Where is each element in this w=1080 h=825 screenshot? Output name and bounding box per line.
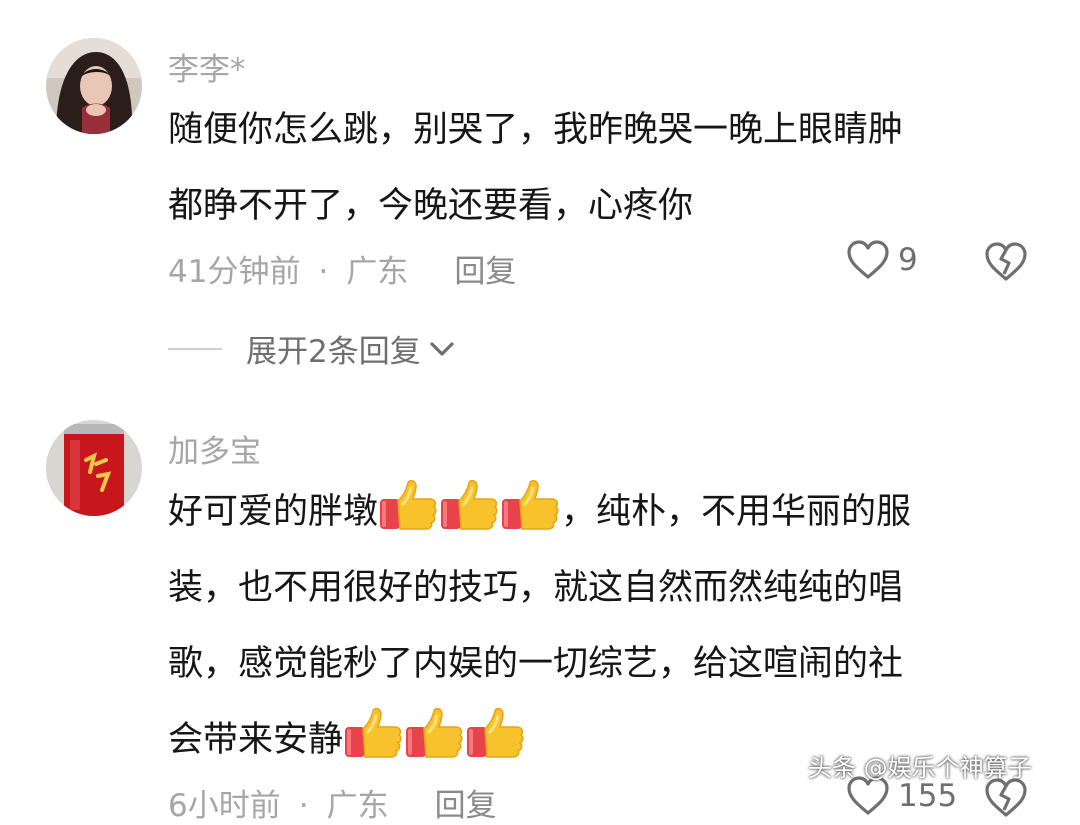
thumbs-up-emoji xyxy=(404,707,464,759)
divider xyxy=(168,347,222,350)
reply-button[interactable]: 回复 xyxy=(454,246,516,291)
thumbs-up-emoji xyxy=(500,479,560,531)
like-count: 9 xyxy=(898,242,918,278)
location: 广东 xyxy=(346,254,409,290)
username[interactable]: 加多宝 xyxy=(168,426,261,471)
comment-line: 歌，感觉能秒了内娱的一切综艺，给这喧闹的社 xyxy=(168,644,904,684)
dislike-button[interactable] xyxy=(984,778,1028,822)
username[interactable]: 李李* xyxy=(168,44,246,89)
broken-heart-icon xyxy=(985,778,1027,817)
avatar[interactable] xyxy=(46,420,142,516)
timestamp: 6小时前 xyxy=(168,788,281,824)
watermark: 头条 @娱乐个神算子 xyxy=(808,754,1032,782)
thumbs-up-emoji xyxy=(465,707,525,759)
comment-body: 随便你怎么跳，别哭了，我昨晚哭一晚上眼睛肿 都睁不开了，今晚还要看，心疼你 xyxy=(168,92,1028,244)
dislike-button[interactable] xyxy=(984,242,1028,286)
separator: · xyxy=(318,254,329,290)
thumbs-up-emoji xyxy=(343,707,403,759)
comment-text: 好可爱的胖墩 xyxy=(168,492,379,532)
heart-outline-icon xyxy=(847,240,889,279)
location: 广东 xyxy=(326,788,389,824)
expand-replies-button[interactable]: 展开2条回复 xyxy=(168,326,457,371)
comment-text: 会带来安静 xyxy=(168,720,344,760)
expand-replies-label: 展开2条回复 xyxy=(246,334,421,370)
comment-meta: 41分钟前 · 广东 回复 xyxy=(168,246,516,291)
comment-line: 好可爱的胖墩 ，纯朴，不用华丽的服 xyxy=(168,474,1028,550)
thumbs-up-emoji xyxy=(439,479,499,531)
comment-line: 随便你怎么跳，别哭了，我昨晚哭一晚上眼睛肿 xyxy=(168,110,904,150)
like-button[interactable]: 9 xyxy=(846,240,918,280)
broken-heart-icon xyxy=(985,242,1027,281)
comment-line: 装，也不用很好的技巧，就这自然而然纯纯的唱 xyxy=(168,568,904,608)
thumbs-up-emoji xyxy=(378,479,438,531)
reply-button[interactable]: 回复 xyxy=(435,780,497,825)
separator: · xyxy=(298,788,309,824)
avatar[interactable] xyxy=(46,38,142,134)
comment-meta: 6小时前 · 广东 回复 xyxy=(168,780,497,825)
comment-text: ，纯朴，不用华丽的服 xyxy=(561,492,912,532)
timestamp: 41分钟前 xyxy=(168,254,301,290)
like-count: 155 xyxy=(898,778,958,814)
comment-line: 都睁不开了，今晚还要看，心疼你 xyxy=(168,186,694,226)
comment-body: 好可爱的胖墩 ，纯朴，不用华丽的服 装，也不用很好的技巧，就这自然而然纯纯的唱 歌… xyxy=(168,474,1028,778)
chevron-down-icon xyxy=(430,341,454,356)
